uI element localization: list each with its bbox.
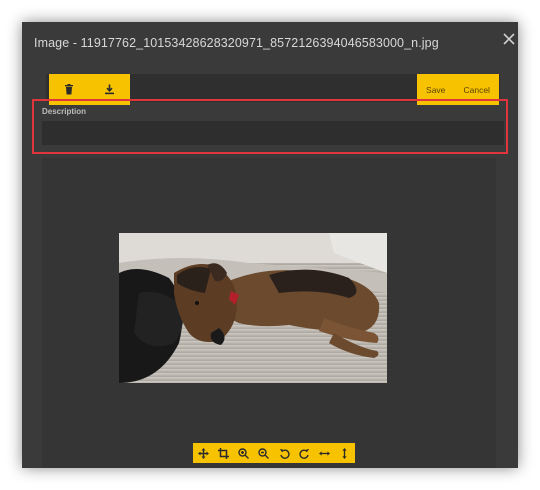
trash-icon [65, 84, 74, 95]
download-icon [105, 84, 115, 95]
edit-actions-group: Save Cancel [417, 74, 499, 105]
dialog-title: Image - 11917762_10153428628320971_85721… [34, 36, 439, 50]
close-icon [503, 33, 515, 45]
dog-photo [119, 233, 387, 383]
flip-vertical-icon [342, 447, 347, 459]
image-tools-bar [193, 443, 355, 463]
rotate-left-button[interactable] [275, 444, 293, 462]
dog-image [119, 233, 387, 383]
rotate-right-button[interactable] [295, 444, 313, 462]
rotate-right-icon [299, 448, 310, 459]
cancel-button[interactable]: Cancel [463, 85, 489, 95]
crop-button[interactable] [214, 444, 232, 462]
save-button[interactable]: Save [426, 85, 445, 95]
download-button[interactable] [98, 78, 122, 102]
description-input[interactable] [42, 121, 504, 145]
close-button[interactable] [502, 32, 518, 48]
flip-horizontal-icon [319, 450, 331, 456]
flip-vertical-button[interactable] [336, 444, 354, 462]
description-label: Description [42, 107, 87, 116]
delete-button[interactable] [57, 78, 81, 102]
move-button[interactable] [194, 444, 212, 462]
zoom-in-button[interactable] [235, 444, 253, 462]
rotate-left-icon [279, 448, 290, 459]
zoom-out-button[interactable] [255, 444, 273, 462]
zoom-out-icon [258, 447, 270, 459]
flip-horizontal-button[interactable] [316, 444, 334, 462]
file-actions-group [49, 74, 130, 105]
crop-icon [217, 447, 229, 459]
zoom-in-icon [238, 447, 250, 459]
move-icon [197, 447, 209, 459]
